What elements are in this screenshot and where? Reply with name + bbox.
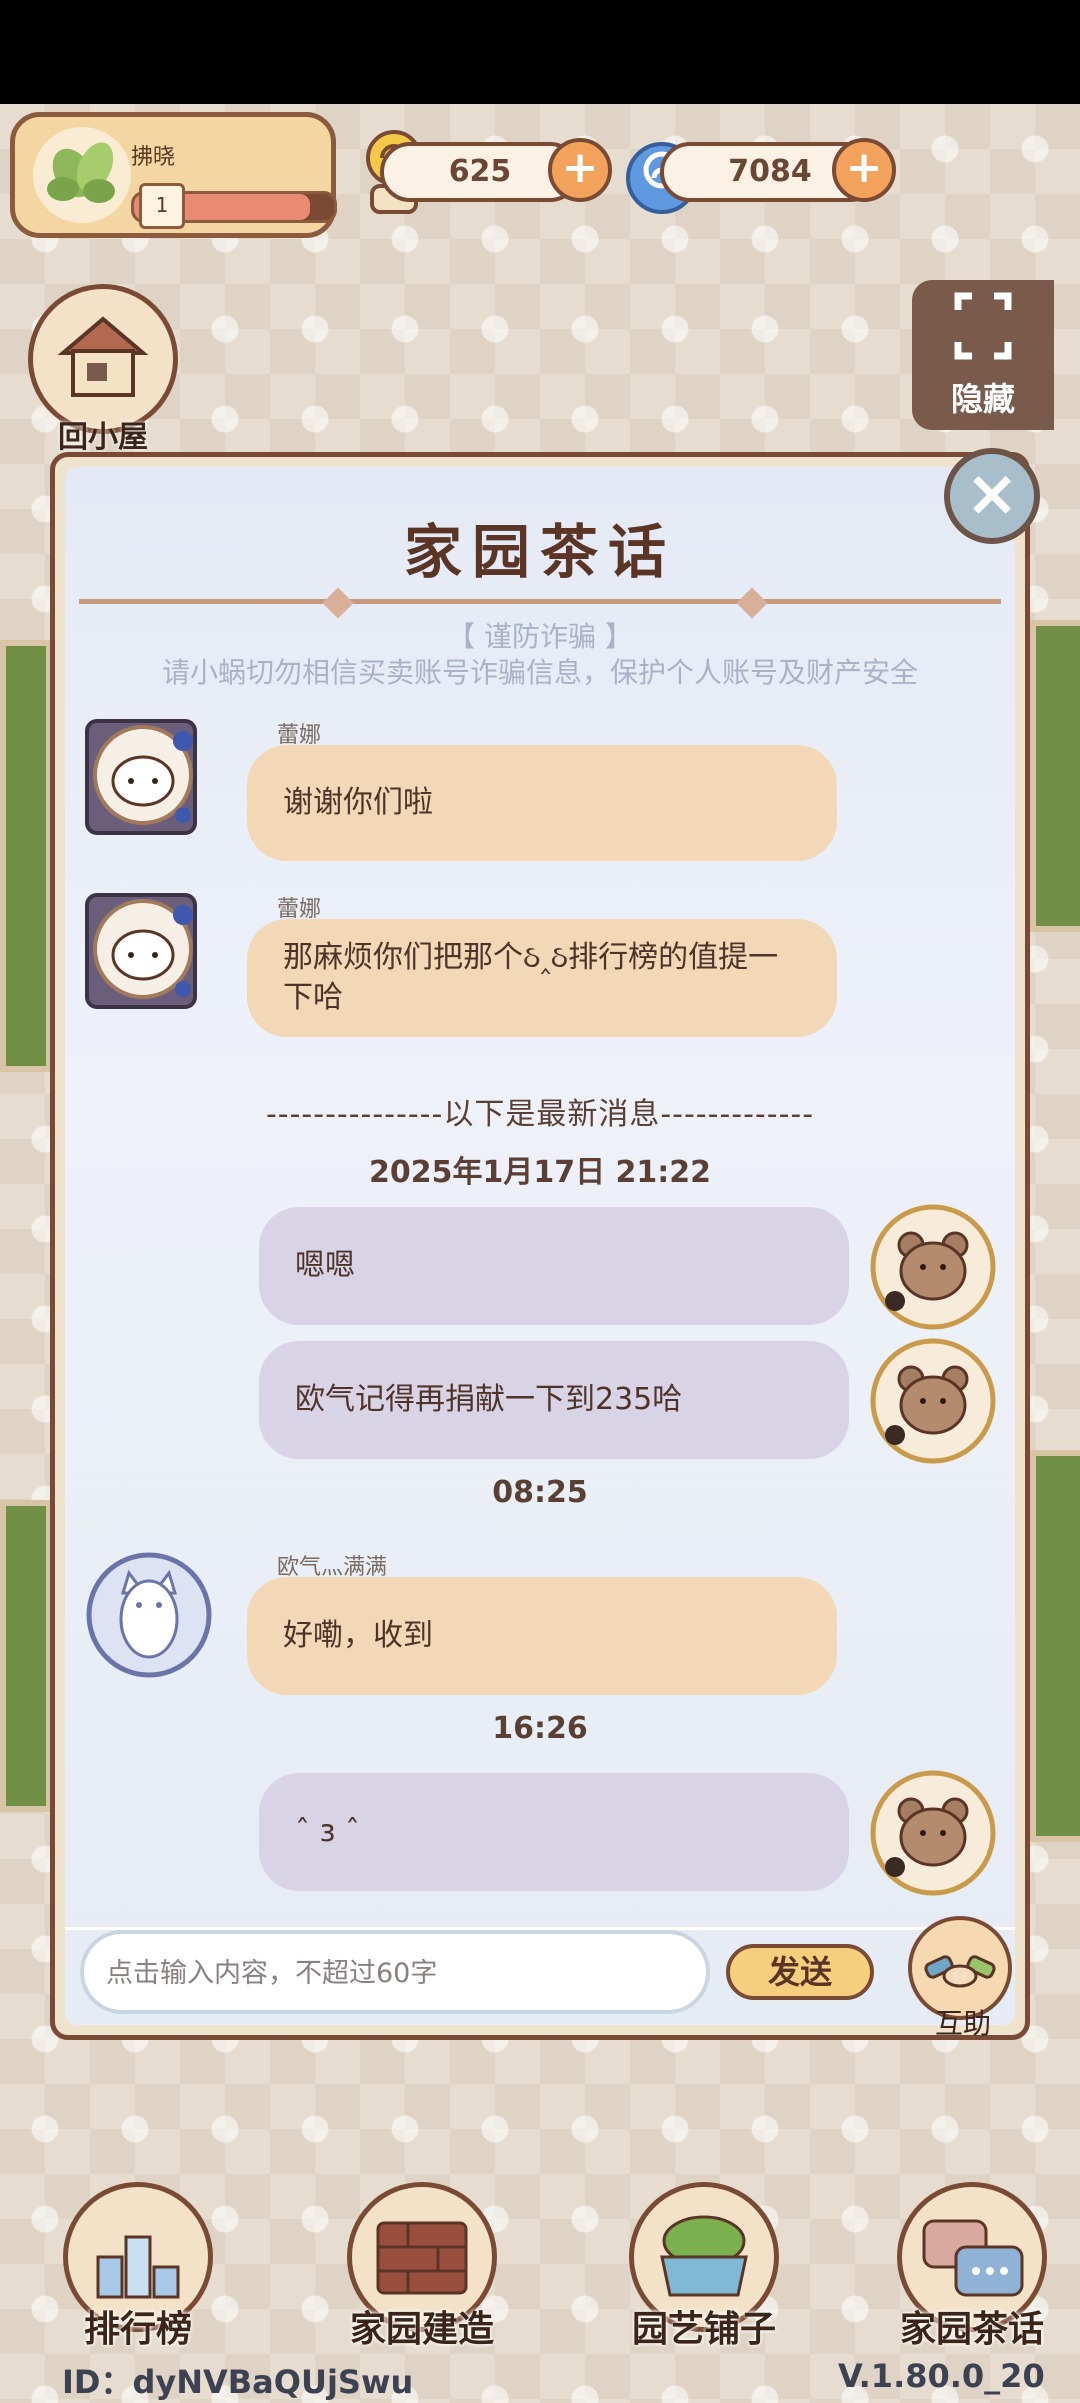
mutual-help-label: 互助: [934, 2007, 991, 2040]
message-input[interactable]: [104, 1934, 688, 2012]
title-divider: [79, 599, 1001, 604]
player-profile[interactable]: 拂晓 1: [10, 112, 337, 238]
message-text: 嗯嗯: [295, 1248, 355, 1283]
nav-build-label: 家园建造: [349, 2309, 494, 2350]
back-home-label: 回小屋: [58, 420, 148, 455]
lawn-tile: [1030, 620, 1080, 932]
incoming-message[interactable]: 谢谢你们啦: [247, 745, 837, 861]
scam-notice-title: 【 谨防诈骗 】: [447, 620, 633, 653]
timestamp: 08:25: [492, 1475, 588, 1510]
chat-dialog: 家园茶话 【 谨防诈骗 】 请小蜗切勿相信买卖账号诈骗信息，保护个人账号及财产安…: [50, 452, 1030, 2040]
nav-build[interactable]: 家园建造: [322, 2182, 522, 2350]
lawn-tile: [0, 1500, 52, 1812]
player-id: ID：dyNVBaQUjSwu: [62, 2363, 414, 2401]
fullscreen-icon: [954, 292, 1012, 360]
outgoing-message[interactable]: 嗯嗯: [259, 1207, 849, 1325]
close-button[interactable]: ×: [944, 448, 1040, 544]
nav-chat[interactable]: 家园茶话: [872, 2182, 1072, 2350]
message-text: 欧气记得再捐献一下到235哈: [295, 1382, 683, 1417]
app-version: V.1.80.0_20: [838, 2357, 1045, 2395]
outgoing-message[interactable]: ˆ з ˆ: [259, 1773, 849, 1891]
user-avatar-lena[interactable]: [79, 711, 211, 843]
nav-shop-label: 园艺铺子: [631, 2309, 776, 2350]
status-bar: [0, 0, 1080, 104]
nav-chat-label: 家园茶话: [899, 2309, 1044, 2350]
timestamp: 2025年1月17日 21:22: [368, 1155, 712, 1190]
user-avatar-lena[interactable]: [79, 885, 211, 1017]
add-swirl-button[interactable]: +: [832, 138, 896, 202]
my-avatar-bear[interactable]: [867, 1201, 999, 1333]
level-badge: 1: [139, 183, 185, 229]
dialog-title: 家园茶话: [403, 518, 676, 586]
send-button[interactable]: 发送: [726, 1944, 874, 2000]
hide-label: 隐藏: [950, 380, 1015, 418]
incoming-message[interactable]: 那麻烦你们把那个ઠ‸ઠ排行榜的值提一下哈: [247, 919, 837, 1037]
new-messages-divider: ---------------以下是最新消息-------------: [265, 1097, 815, 1132]
timestamp: 16:26: [492, 1711, 588, 1746]
message-text: 那麻烦你们把那个ઠ‸ઠ排行榜的值提一下哈: [283, 940, 779, 1015]
nav-shop[interactable]: 园艺铺子: [604, 2182, 804, 2350]
plant-avatar: [33, 127, 131, 223]
lawn-tile: [0, 640, 52, 1072]
my-avatar-bear[interactable]: [867, 1767, 999, 1899]
mutual-help-button[interactable]: 互助: [908, 1916, 1018, 2040]
incoming-message[interactable]: 好嘞，收到: [247, 1577, 837, 1695]
back-home-button[interactable]: 回小屋: [28, 284, 178, 478]
nav-ranking[interactable]: 排行榜: [38, 2182, 238, 2350]
message-text: 谢谢你们啦: [283, 785, 433, 820]
ornament: [322, 587, 354, 619]
nav-ranking-label: 排行榜: [83, 2309, 192, 2350]
hide-ui-button[interactable]: 隐藏: [912, 280, 1054, 430]
message-input-container[interactable]: [80, 1930, 710, 2014]
user-avatar-cat[interactable]: [83, 1549, 215, 1681]
ornament: [736, 587, 768, 619]
scam-notice-text: 请小蜗切勿相信买卖账号诈骗信息，保护个人账号及财产安全: [161, 656, 918, 689]
add-snail-button[interactable]: +: [548, 138, 612, 202]
message-text: 好嘞，收到: [283, 1618, 433, 1653]
player-name: 拂晓: [131, 145, 176, 170]
my-avatar-bear[interactable]: [867, 1335, 999, 1467]
message-text: ˆ з ˆ: [295, 1814, 361, 1849]
lawn-tile: [1030, 1450, 1080, 1842]
outgoing-message[interactable]: 欧气记得再捐献一下到235哈: [259, 1341, 849, 1459]
